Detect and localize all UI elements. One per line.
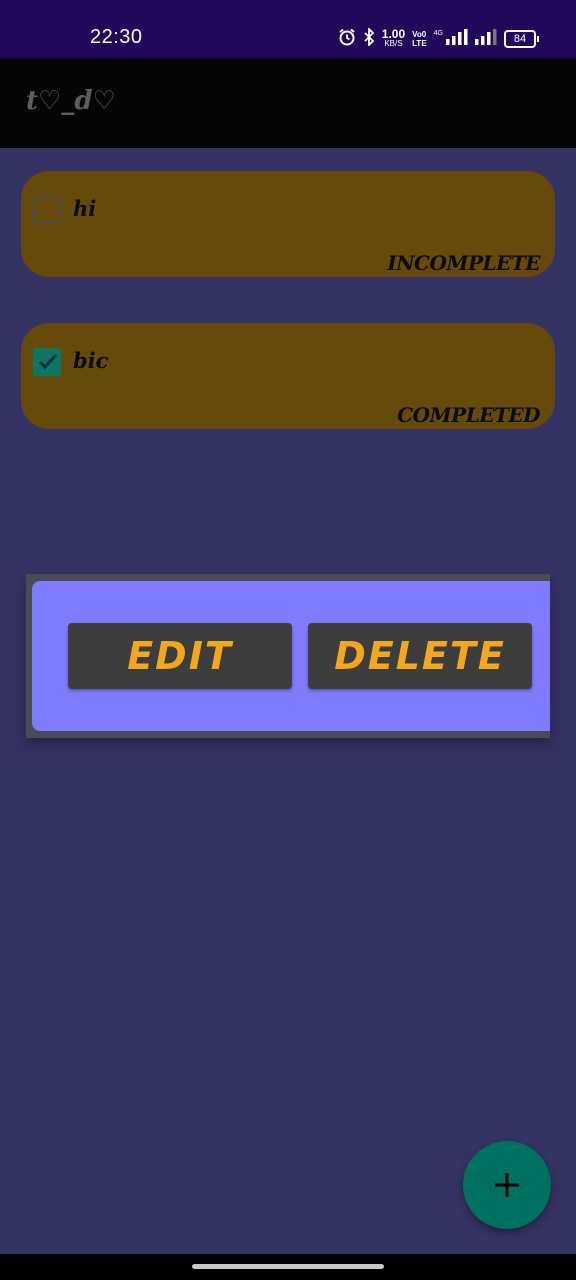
add-task-button[interactable] [463,1141,551,1229]
edit-button[interactable]: EDIT [68,623,292,689]
volte-top: Vo0 [412,30,427,39]
signal-icon [475,28,497,50]
signal-icon [446,28,468,50]
status-icons: 1.00 KB/S Vo0 LTE 4G 84 [338,26,539,52]
plus-icon [495,1173,519,1197]
task-status: INCOMPLETE [387,251,540,275]
delete-button[interactable]: DELETE [308,623,532,689]
task-card[interactable]: bic COMPLETED [21,323,555,429]
volte-bottom: LTE [412,39,427,48]
app-title: t♡_d♡ [26,86,116,116]
task-status: COMPLETED [397,403,540,427]
checkmark-icon [38,353,58,370]
alarm-icon [338,28,356,51]
task-card[interactable]: hi INCOMPLETE [21,171,555,277]
navigation-bar [0,1254,576,1280]
bluetooth-icon [363,26,375,51]
status-time: 22:30 [90,26,143,48]
task-name: hi [73,196,97,221]
action-dialog-panel: EDIT DELETE [32,581,550,731]
net-speed-value: 1.00 [381,27,406,41]
task-checkbox[interactable] [33,196,61,224]
home-indicator[interactable] [192,1264,384,1269]
task-name: bic [73,348,109,373]
sim-label: 4G [433,29,443,37]
net-speed: 1.00 KB/S [381,27,406,48]
app-bar: t♡_d♡ [0,58,576,148]
battery-icon: 84 [504,30,539,48]
status-bar: 22:30 1.00 KB/S Vo0 LTE 4G 84 [0,0,576,58]
action-dialog: EDIT DELETE [26,574,550,738]
task-checkbox[interactable] [33,348,61,376]
net-speed-unit: KB/S [384,39,403,48]
volte-indicator: Vo0 LTE [412,30,427,48]
